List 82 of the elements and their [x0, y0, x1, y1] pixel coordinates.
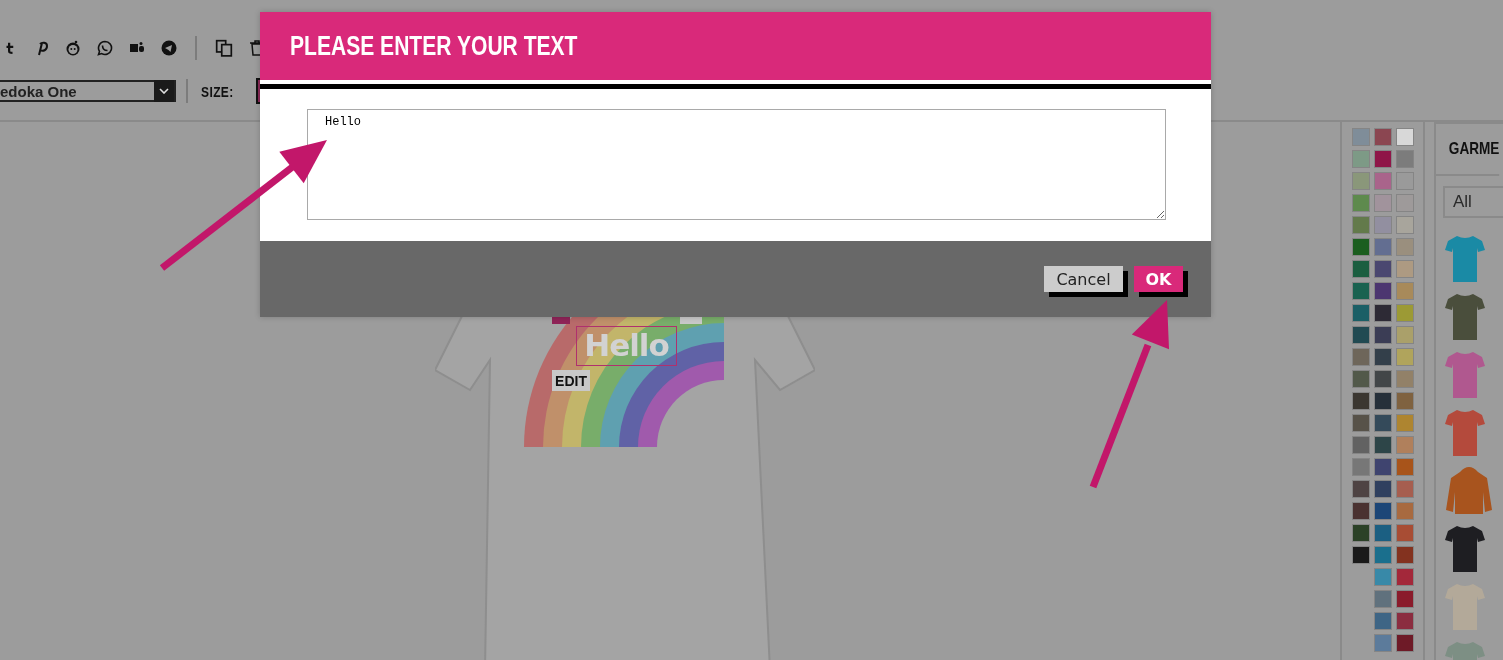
color-swatch[interactable]: [1374, 524, 1392, 542]
dialog-title: PLEASE ENTER YOUR TEXT: [290, 30, 578, 62]
color-swatch[interactable]: [1396, 480, 1414, 498]
color-swatch[interactable]: [1374, 392, 1392, 410]
garments-tab[interactable]: GARME: [1436, 124, 1500, 176]
color-swatch[interactable]: [1352, 172, 1370, 190]
hoodie-icon[interactable]: [1445, 466, 1493, 516]
color-swatch[interactable]: [1352, 392, 1370, 410]
color-swatch[interactable]: [1396, 436, 1414, 454]
garment-filter[interactable]: All: [1443, 186, 1503, 218]
text-input-field[interactable]: Hello: [307, 109, 1166, 220]
color-swatch[interactable]: [1352, 150, 1370, 168]
color-swatch[interactable]: [1374, 128, 1392, 146]
color-swatch[interactable]: [1352, 436, 1370, 454]
color-swatch[interactable]: [1352, 458, 1370, 476]
color-swatch[interactable]: [1374, 238, 1392, 256]
size-label: SIZE:: [201, 82, 234, 100]
color-swatch[interactable]: [1374, 370, 1392, 388]
color-swatch[interactable]: [1374, 326, 1392, 344]
whatsapp-icon[interactable]: [97, 40, 113, 56]
color-swatch[interactable]: [1396, 150, 1414, 168]
color-swatch[interactable]: [1374, 458, 1392, 476]
color-swatch[interactable]: [1352, 194, 1370, 212]
color-swatch[interactable]: [1374, 348, 1392, 366]
color-swatch[interactable]: [1352, 480, 1370, 498]
color-swatch[interactable]: [1374, 194, 1392, 212]
edit-button[interactable]: EDIT: [552, 370, 590, 391]
color-swatch[interactable]: [1374, 546, 1392, 564]
color-swatch[interactable]: [1352, 370, 1370, 388]
caret-icon: [159, 88, 169, 94]
color-swatch[interactable]: [1374, 436, 1392, 454]
color-swatch[interactable]: [1396, 546, 1414, 564]
color-swatch[interactable]: [1396, 238, 1414, 256]
color-swatch[interactable]: [1352, 282, 1370, 300]
color-swatch[interactable]: [1396, 458, 1414, 476]
color-swatch[interactable]: [1396, 304, 1414, 322]
color-swatch[interactable]: [1352, 128, 1370, 146]
color-swatch[interactable]: [1374, 304, 1392, 322]
color-swatch[interactable]: [1352, 260, 1370, 278]
color-swatch[interactable]: [1396, 568, 1414, 586]
color-swatch[interactable]: [1396, 282, 1414, 300]
font-select[interactable]: edoka One: [0, 80, 176, 102]
color-swatch[interactable]: [1374, 634, 1392, 652]
color-swatch[interactable]: [1396, 194, 1414, 212]
color-swatch[interactable]: [1352, 524, 1370, 542]
color-swatch[interactable]: [1374, 414, 1392, 432]
color-swatch[interactable]: [1352, 502, 1370, 520]
color-swatch[interactable]: [1352, 414, 1370, 432]
color-swatch[interactable]: [1374, 260, 1392, 278]
color-swatch[interactable]: [1396, 524, 1414, 542]
color-swatch[interactable]: [1374, 150, 1392, 168]
color-swatch[interactable]: [1352, 304, 1370, 322]
reddit-icon[interactable]: [65, 40, 81, 56]
color-swatch[interactable]: [1374, 502, 1392, 520]
color-swatch[interactable]: [1396, 216, 1414, 234]
color-swatch[interactable]: [1396, 260, 1414, 278]
color-swatch[interactable]: [1396, 502, 1414, 520]
color-swatch[interactable]: [1396, 392, 1414, 410]
color-swatch[interactable]: [1374, 612, 1392, 630]
color-swatch[interactable]: [1374, 590, 1392, 608]
color-swatch[interactable]: [1396, 128, 1414, 146]
color-swatch[interactable]: [1396, 612, 1414, 630]
color-swatch[interactable]: [1396, 348, 1414, 366]
color-swatch[interactable]: [1396, 590, 1414, 608]
color-swatch[interactable]: [1374, 216, 1392, 234]
color-swatch[interactable]: [1352, 238, 1370, 256]
tshirt-icon[interactable]: [1445, 292, 1485, 342]
copy-icon[interactable]: [215, 39, 233, 57]
color-swatch[interactable]: [1352, 326, 1370, 344]
color-swatch[interactable]: [1352, 216, 1370, 234]
color-swatch[interactable]: [1374, 568, 1392, 586]
color-swatch[interactable]: [1396, 634, 1414, 652]
color-swatch[interactable]: [1352, 348, 1370, 366]
color-swatch[interactable]: [1396, 326, 1414, 344]
telegram-icon[interactable]: [161, 40, 177, 56]
color-swatch[interactable]: [1352, 546, 1370, 564]
color-swatch[interactable]: [1396, 370, 1414, 388]
color-swatch[interactable]: [1374, 282, 1392, 300]
color-swatch[interactable]: [1374, 480, 1392, 498]
color-swatch[interactable]: [1396, 414, 1414, 432]
color-swatch[interactable]: [1374, 172, 1392, 190]
tshirt-icon[interactable]: [1445, 524, 1485, 574]
